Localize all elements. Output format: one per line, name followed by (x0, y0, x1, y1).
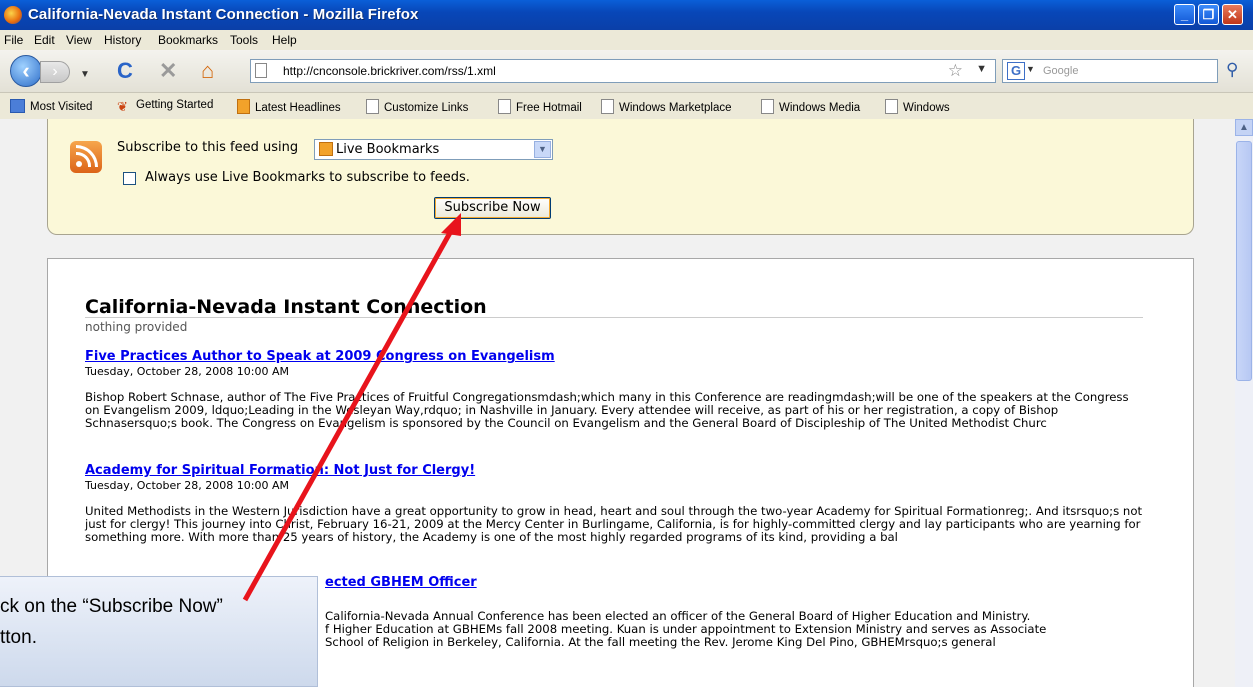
callout-line-1: ck on the “Subscribe Now” (0, 596, 223, 617)
getting-started-icon: ❦ (117, 99, 128, 114)
entry-date: Tuesday, October 28, 2008 10:00 AM (85, 479, 289, 492)
instruction-callout: ck on the “Subscribe Now” tton. (0, 576, 318, 687)
url-dropdown-icon[interactable]: ▼ (976, 63, 987, 75)
navigation-toolbar: ‹ › ▼ C ✕ ⌂ http://cnconsole.brickriver.… (0, 50, 1253, 93)
most-visited-icon (10, 99, 25, 113)
bookmark-windows-marketplace[interactable]: Windows Marketplace (601, 99, 731, 114)
page-icon (885, 99, 898, 114)
feed-reader-select[interactable]: Live Bookmarks ▼ (314, 139, 553, 160)
bookmark-windows[interactable]: Windows (885, 99, 950, 114)
entry-title-link[interactable]: Academy for Spiritual Formation: Not Jus… (85, 463, 1145, 478)
rss-icon (237, 99, 250, 114)
page-icon (255, 63, 267, 78)
engine-dropdown-icon[interactable]: ▼ (1026, 64, 1035, 74)
bookmark-windows-media[interactable]: Windows Media (761, 99, 860, 114)
search-icon[interactable]: ⚲ (1226, 60, 1238, 80)
reload-icon[interactable]: C (117, 60, 133, 82)
page-icon (601, 99, 614, 114)
firefox-logo-icon (4, 6, 22, 24)
entry-title-link[interactable]: Five Practices Author to Speak at 2009 C… (85, 349, 1145, 364)
history-dropdown-icon[interactable]: ▼ (80, 64, 90, 86)
bookmark-free-hotmail[interactable]: Free Hotmail (498, 99, 582, 114)
menu-edit[interactable]: Edit (34, 33, 55, 47)
url-text[interactable]: http://cnconsole.brickriver.com/rss/1.xm… (283, 64, 496, 78)
page-icon (761, 99, 774, 114)
subscribe-now-button[interactable]: Subscribe Now (434, 197, 551, 219)
rss-feed-icon (70, 141, 102, 173)
menu-help[interactable]: Help (272, 33, 297, 47)
bookmarks-toolbar: Most Visited ❦ Getting Started Latest Hea… (0, 93, 1253, 119)
live-bookmarks-icon (319, 142, 333, 156)
vertical-scrollbar[interactable]: ▲ (1235, 119, 1253, 687)
feed-entry: Five Practices Author to Speak at 2009 C… (85, 349, 1145, 430)
back-arrow-icon[interactable]: ‹ (10, 55, 42, 87)
entry-body: Bishop Robert Schnase, author of The Fiv… (85, 390, 1129, 430)
entry-date: Tuesday, October 28, 2008 10:00 AM (85, 365, 289, 378)
always-use-label[interactable]: Always use Live Bookmarks to subscribe t… (145, 170, 470, 185)
menu-tools[interactable]: Tools (230, 33, 258, 47)
bookmark-customize-links[interactable]: Customize Links (366, 99, 468, 114)
always-use-checkbox[interactable] (123, 172, 136, 185)
url-bar[interactable]: http://cnconsole.brickriver.com/rss/1.xm… (250, 59, 996, 83)
feed-entry: Academy for Spiritual Formation: Not Jus… (85, 463, 1145, 544)
divider (85, 317, 1143, 318)
bookmark-star-icon[interactable]: ☆ (948, 61, 963, 81)
feed-reader-value: Live Bookmarks (336, 142, 440, 157)
maximize-button[interactable]: ❐ (1198, 4, 1219, 25)
close-button[interactable]: ✕ (1222, 4, 1243, 25)
stop-icon[interactable]: ✕ (159, 60, 177, 82)
bookmark-getting-started[interactable]: ❦ Getting Started (117, 99, 213, 114)
window-title: California-Nevada Instant Connection - M… (28, 6, 419, 23)
google-engine-icon[interactable]: G (1007, 62, 1025, 80)
scroll-up-icon[interactable]: ▲ (1235, 119, 1253, 136)
bookmark-latest-headlines[interactable]: Latest Headlines (237, 99, 341, 114)
page-icon (366, 99, 379, 114)
search-placeholder[interactable]: Google (1043, 65, 1078, 77)
entry-title-link[interactable]: ected GBHEM Officer (325, 575, 1125, 590)
subscribe-panel: Subscribe to this feed using Live Bookma… (47, 119, 1194, 235)
menu-history[interactable]: History (104, 33, 141, 47)
search-box[interactable]: G ▼ Google (1002, 59, 1218, 83)
minimize-button[interactable]: _ (1174, 4, 1195, 25)
menu-bar: File Edit View History Bookmarks Tools H… (0, 30, 1253, 50)
window-titlebar: California-Nevada Instant Connection - M… (0, 0, 1253, 30)
feed-subtitle: nothing provided (85, 320, 188, 334)
feed-entry: ected GBHEM Officer California-Nevada An… (325, 575, 1125, 649)
bookmark-most-visited[interactable]: Most Visited (10, 99, 92, 113)
callout-line-2: tton. (0, 627, 37, 648)
menu-file[interactable]: File (4, 33, 23, 47)
chevron-down-icon[interactable]: ▼ (534, 141, 551, 158)
entry-body: California-Nevada Annual Conference has … (325, 609, 1047, 649)
page-icon (498, 99, 511, 114)
forward-arrow-icon[interactable]: › (40, 61, 70, 83)
menu-view[interactable]: View (66, 33, 92, 47)
menu-bookmarks[interactable]: Bookmarks (158, 33, 218, 47)
entry-body: United Methodists in the Western Jurisdi… (85, 504, 1143, 544)
subscribe-label: Subscribe to this feed using (117, 140, 299, 155)
home-icon[interactable]: ⌂ (201, 60, 214, 82)
feed-title: California-Nevada Instant Connection (85, 296, 487, 318)
scroll-thumb[interactable] (1236, 141, 1252, 381)
